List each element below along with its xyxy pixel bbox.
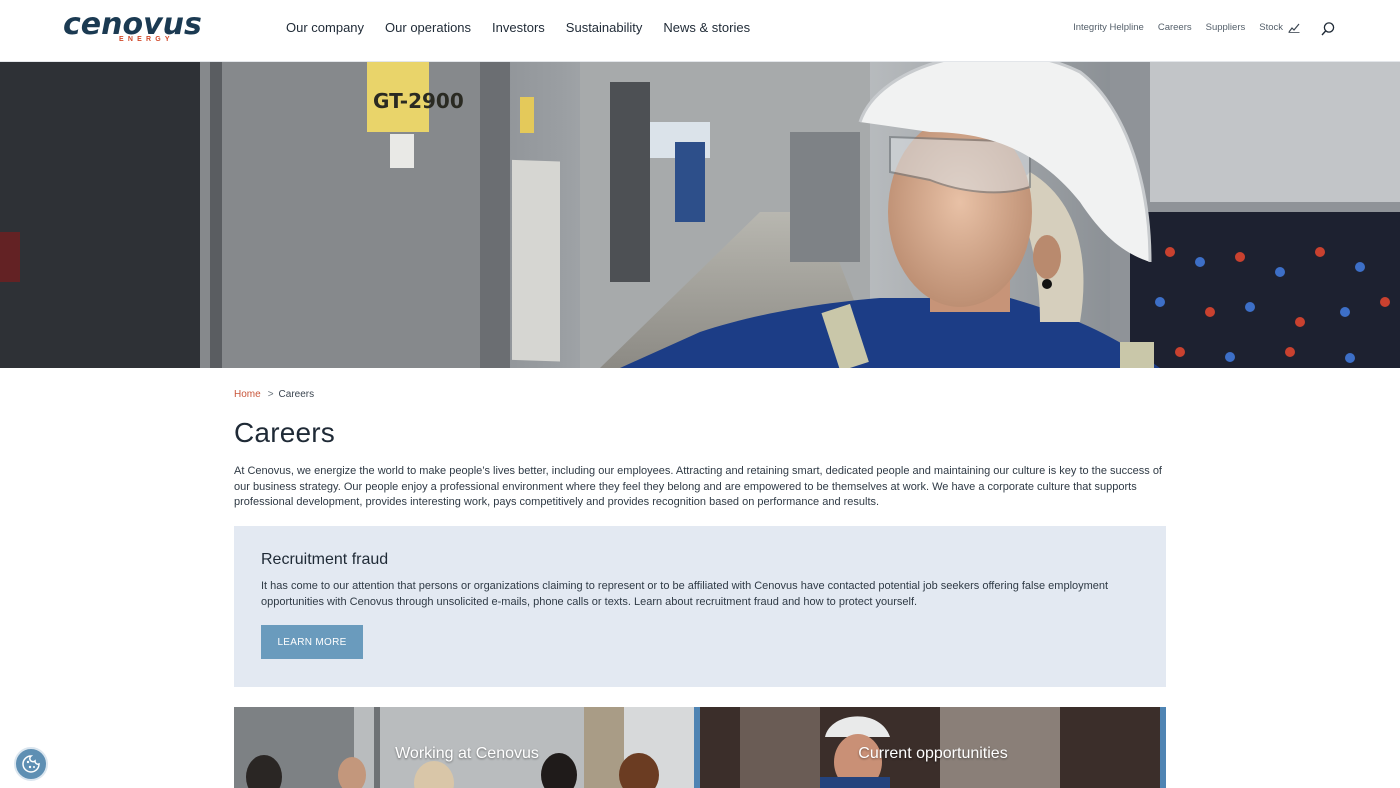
nav-sustainability[interactable]: Sustainability [566,20,643,35]
util-stock[interactable]: Stock [1259,22,1300,33]
nav-investors[interactable]: Investors [492,20,545,35]
recruitment-fraud-panel: Recruitment fraud It has come to our att… [234,526,1166,687]
breadcrumb: Home > Careers [234,389,314,400]
learn-more-button[interactable]: LEARN MORE [261,625,363,659]
card-working-at-cenovus[interactable]: Working at Cenovus [234,707,700,788]
util-suppliers[interactable]: Suppliers [1206,22,1246,33]
card-working-title: Working at Cenovus [395,745,539,762]
breadcrumb-current: Careers [278,389,315,400]
breadcrumb-home[interactable]: Home [234,389,261,400]
util-integrity-helpline[interactable]: Integrity Helpline [1073,22,1144,33]
utility-nav: Integrity Helpline Careers Suppliers Sto… [1073,22,1334,33]
chart-line-icon [1288,23,1300,33]
breadcrumb-separator: > [267,389,274,400]
intro-paragraph: At Cenovus, we energize the world to mak… [234,465,1162,508]
cookie-settings-button[interactable] [14,747,48,781]
cookie-icon [22,755,40,773]
nav-our-company[interactable]: Our company [286,20,364,35]
cenovus-logo[interactable]: cenovus ENERGY [63,8,202,48]
career-cards: Working at Cenovus Current opportunities [234,707,1166,788]
card-opportunities-title: Current opportunities [858,745,1008,762]
hero-sign-text: GT-2900 [373,89,464,113]
stock-label: Stock [1259,22,1283,33]
util-careers[interactable]: Careers [1158,22,1192,33]
nav-news-stories[interactable]: News & stories [663,20,750,35]
nav-our-operations[interactable]: Our operations [385,20,471,35]
hero-illustration: GT-2900 [0,62,1400,368]
site-header: cenovus ENERGY Our company Our operation… [0,0,1400,62]
search-button[interactable] [1320,20,1336,38]
page-title: Careers [234,417,335,448]
hero-image: GT-2900 [0,62,1400,368]
search-icon [1321,22,1335,36]
card-current-opportunities[interactable]: Current opportunities [700,707,1166,788]
logo-tagline: ENERGY [119,36,174,43]
fraud-text: It has come to our attention that person… [261,580,1109,608]
main-nav: Our company Our operations Investors Sus… [286,20,750,35]
fraud-title: Recruitment fraud [261,551,389,568]
